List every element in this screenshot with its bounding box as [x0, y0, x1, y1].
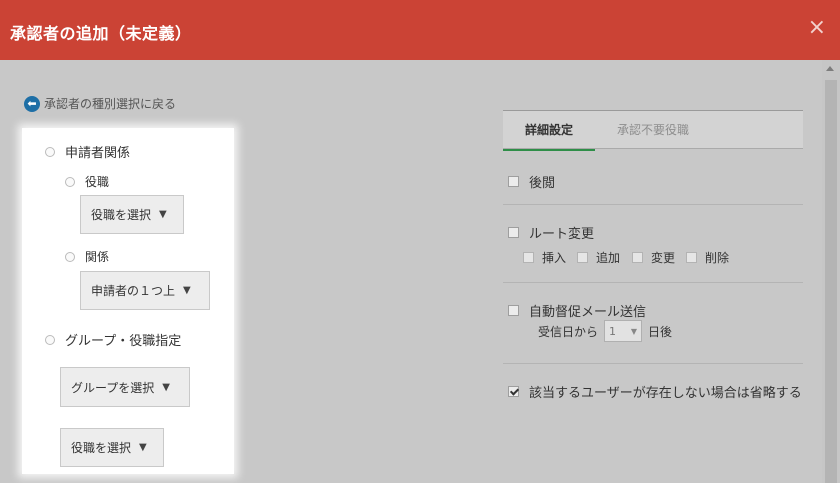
- dialog-title: 承認者の追加（未定義）: [10, 24, 192, 43]
- radio-group-position[interactable]: グループ・役職指定: [45, 330, 181, 349]
- radio-relation[interactable]: 関係: [65, 248, 109, 265]
- reminder-days-select[interactable]: 1 ▼: [604, 320, 643, 342]
- checkbox[interactable]: [508, 176, 519, 187]
- divider: [503, 282, 803, 283]
- button-label: 申請者の１つ上: [91, 284, 176, 298]
- reminder-days-row: 受信日から 1 ▼ 日後: [538, 320, 672, 342]
- radio-position[interactable]: 役職: [65, 173, 109, 190]
- back-link-label: 承認者の種別選択に戻る: [44, 97, 177, 111]
- checkbox[interactable]: [577, 252, 588, 263]
- select-position-button[interactable]: 役職を選択 ▼: [80, 195, 184, 234]
- radio-button[interactable]: [65, 251, 75, 262]
- route-insert-option[interactable]: 挿入: [523, 249, 566, 266]
- button-label: 役職を選択: [71, 441, 132, 455]
- checkbox-label: 該当するユーザーが存在しない場合は省略する: [529, 386, 802, 401]
- scrollbar-thumb[interactable]: [825, 80, 837, 483]
- skip-missing-option[interactable]: 該当するユーザーが存在しない場合は省略する: [508, 382, 802, 401]
- radio-button[interactable]: [45, 334, 55, 345]
- divider: [503, 363, 803, 364]
- checkbox-label: 変更: [651, 251, 676, 265]
- radio-label: 申請者関係: [65, 146, 131, 161]
- tab-no-approval-positions[interactable]: 承認不要役職: [603, 111, 703, 149]
- checkbox-label: 削除: [705, 251, 730, 265]
- button-label: 役職を選択: [91, 208, 152, 222]
- chevron-down-icon: ▼: [630, 326, 638, 336]
- scrollbar[interactable]: [822, 60, 840, 483]
- radio-label: グループ・役職指定: [65, 334, 182, 349]
- radio-applicant-relation[interactable]: 申請者関係: [45, 142, 130, 161]
- select-group-button[interactable]: グループを選択 ▼: [60, 367, 190, 407]
- review-option[interactable]: 後閲: [508, 172, 555, 191]
- checkbox[interactable]: [632, 252, 643, 263]
- radio-label: 役職: [85, 175, 110, 189]
- checkbox[interactable]: [508, 305, 519, 316]
- divider: [503, 204, 803, 205]
- checkbox[interactable]: [523, 252, 534, 263]
- auto-reminder-option[interactable]: 自動督促メール送信: [508, 301, 646, 320]
- checkbox-label: 後閲: [529, 176, 556, 191]
- select-relation-button[interactable]: 申請者の１つ上 ▼: [80, 271, 210, 310]
- chevron-down-icon: ▼: [162, 381, 170, 393]
- checkbox-label: 追加: [596, 251, 621, 265]
- checkbox-label: ルート変更: [529, 227, 595, 242]
- checkbox[interactable]: [686, 252, 697, 263]
- route-delete-option[interactable]: 削除: [686, 249, 729, 266]
- close-icon[interactable]: ×: [808, 17, 826, 39]
- select-value: 1: [609, 324, 617, 338]
- route-change-option[interactable]: ルート変更: [508, 223, 594, 242]
- radio-label: 関係: [85, 250, 110, 264]
- chevron-down-icon: ▼: [139, 442, 147, 453]
- checkbox-label: 挿入: [542, 251, 567, 265]
- checkbox[interactable]: [508, 386, 519, 397]
- radio-button[interactable]: [45, 146, 55, 157]
- select-group-position-button[interactable]: 役職を選択 ▼: [60, 428, 164, 467]
- reminder-prefix: 受信日から: [538, 324, 599, 339]
- settings-tabs: 詳細設定 承認不要役職: [503, 110, 803, 151]
- back-link[interactable]: ⬅ 承認者の種別選択に戻る: [24, 95, 176, 112]
- checkbox[interactable]: [508, 227, 519, 238]
- scroll-up-icon[interactable]: [826, 66, 834, 71]
- reminder-suffix: 日後: [648, 324, 673, 339]
- divider: [503, 148, 803, 149]
- route-add-option[interactable]: 追加: [577, 249, 620, 266]
- radio-button[interactable]: [65, 176, 75, 187]
- chevron-down-icon: ▼: [183, 285, 191, 296]
- dialog-header: 承認者の追加（未定義） ×: [0, 0, 840, 60]
- arrow-left-circle-icon: ⬅: [24, 95, 40, 112]
- button-label: グループを選択: [71, 380, 155, 395]
- tab-details[interactable]: 詳細設定: [503, 111, 595, 151]
- route-modify-option[interactable]: 変更: [632, 249, 675, 266]
- chevron-down-icon: ▼: [159, 209, 167, 220]
- checkbox-label: 自動督促メール送信: [529, 305, 647, 320]
